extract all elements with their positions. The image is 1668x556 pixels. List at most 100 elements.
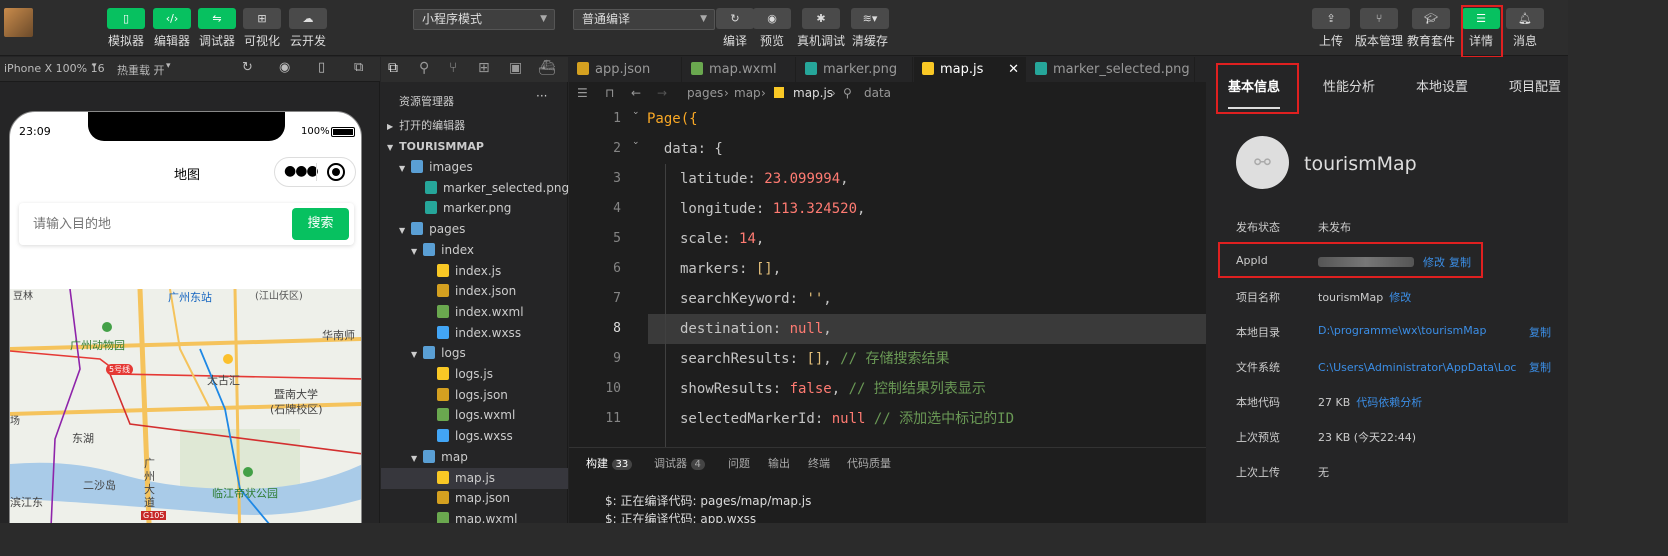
project-section[interactable]: ▼ TOURISMMAP: [381, 136, 568, 157]
tab-map-js[interactable]: map.js ✕: [914, 57, 1026, 82]
tab-marker-selected-png[interactable]: marker_selected.png: [1027, 57, 1195, 82]
back-icon[interactable]: ←: [631, 82, 641, 104]
remote-debug-button[interactable]: ✱ 真机调试: [797, 8, 845, 48]
copy-link[interactable]: 复制: [1529, 324, 1551, 340]
panel-tab-code-quality[interactable]: 代码质量: [847, 455, 891, 471]
breadcrumb-item[interactable]: map.js: [793, 82, 833, 104]
files-icon[interactable]: ⧉: [388, 60, 398, 76]
messages-button[interactable]: 🔔︎ 消息: [1505, 8, 1545, 48]
mode-select[interactable]: 小程序模式 ▼: [413, 9, 555, 30]
bookmark-icon[interactable]: ⊓: [605, 82, 614, 104]
breadcrumb-item[interactable]: map: [734, 82, 761, 104]
avatar[interactable]: [4, 8, 33, 37]
tree-file[interactable]: logs.wxss: [381, 426, 568, 447]
copy-link[interactable]: 复制: [1529, 359, 1551, 375]
tab-local-settings[interactable]: 本地设置: [1416, 76, 1468, 95]
search-icon[interactable]: ⚲: [419, 60, 429, 76]
map-view[interactable]: 广州东站 (江山仸区) 华南师 广州动物园 5号线 太古汇 暨南大学 (石牌校区…: [10, 289, 361, 523]
device-select[interactable]: iPhone X 100% 16: [4, 62, 105, 75]
tab-project-config[interactable]: 项目配置: [1509, 76, 1561, 95]
tree-folder[interactable]: ▼ logs: [381, 343, 568, 364]
detail-value-text[interactable]: C:\Users\Administrator\AppData\Local\微信.…: [1318, 359, 1516, 375]
tab-performance[interactable]: 性能分析: [1323, 76, 1375, 95]
phone-icon[interactable]: ▯: [318, 60, 325, 75]
forward-icon[interactable]: →: [657, 82, 667, 104]
clear-cache-button[interactable]: ≋▾ 清缓存: [850, 8, 890, 48]
close-icon[interactable]: ✕: [1008, 57, 1019, 82]
tree-file[interactable]: map.wxml: [381, 509, 568, 523]
tree-file[interactable]: marker_selected.png: [381, 178, 569, 199]
poi-marker[interactable]: [102, 322, 112, 332]
panel-tab-debugger[interactable]: 调试器 4: [654, 455, 705, 471]
panel-tab-build[interactable]: 构建 33: [586, 455, 633, 471]
detail-action-link[interactable]: 修改: [1389, 291, 1411, 304]
tree-file[interactable]: index.json: [381, 281, 568, 302]
tree-file[interactable]: index.wxss: [381, 323, 568, 344]
extensions-icon[interactable]: ⊞: [478, 60, 490, 76]
tab-map-wxml[interactable]: map.wxml: [683, 57, 796, 82]
editor-button[interactable]: ‹/› 编辑器: [152, 8, 192, 48]
tree-folder[interactable]: ▼ images: [381, 157, 568, 178]
detail-value-text[interactable]: D:\programme\wx\tourismMap: [1318, 324, 1487, 337]
upload-button[interactable]: ⇪ 上传: [1311, 8, 1351, 48]
open-editors-section[interactable]: ▶ 打开的编辑器: [381, 115, 568, 136]
tree-folder[interactable]: ▼ map: [381, 447, 568, 468]
docker-icon[interactable]: ⛴︎: [538, 60, 556, 76]
detail-action-link[interactable]: 代码依赖分析: [1356, 396, 1422, 409]
tree-file[interactable]: logs.wxml: [381, 405, 568, 426]
list-icon[interactable]: ☰: [577, 82, 588, 104]
preview-button[interactable]: ◉ 预览: [752, 8, 792, 48]
breadcrumb-item[interactable]: pages: [687, 82, 723, 104]
capsule-button[interactable]: ●●●: [274, 157, 356, 187]
code-line[interactable]: 9 searchResults: [], // 存储搜索结果: [569, 344, 1206, 374]
tree-file[interactable]: index.js: [381, 261, 568, 282]
tree-folder[interactable]: ▼ pages: [381, 219, 568, 240]
code-token: selectedMarkerId:: [680, 411, 832, 427]
poi-marker[interactable]: [243, 467, 253, 477]
code-line[interactable]: 3 latitude: 23.099994,: [569, 164, 1206, 194]
code-line[interactable]: 10 showResults: false, // 控制结果列表显示: [569, 374, 1206, 404]
rotate-icon[interactable]: ↻: [242, 60, 253, 75]
code-line[interactable]: 1 Page({: [569, 104, 1206, 134]
cloud-button[interactable]: ☁ 云开发: [288, 8, 328, 48]
more-icon[interactable]: ●●●: [284, 163, 319, 179]
code-line[interactable]: 11 selectedMarkerId: null // 添加选中标记的ID: [569, 404, 1206, 434]
code-line[interactable]: 5 scale: 14,: [569, 224, 1206, 254]
tree-file[interactable]: logs.js: [381, 364, 568, 385]
code-text: searchKeyword: '',: [680, 284, 832, 314]
tree-folder[interactable]: ▼ index: [381, 240, 568, 261]
code-line[interactable]: 8 destination: null,: [569, 314, 1206, 344]
tree-file[interactable]: marker.png: [381, 198, 568, 219]
breadcrumb-item[interactable]: data: [864, 82, 891, 104]
branch-icon[interactable]: ⑂: [449, 60, 457, 76]
hot-reload-toggle[interactable]: 热重载 开: [117, 62, 165, 78]
more-icon[interactable]: ···: [536, 89, 547, 103]
debugger-button[interactable]: ⇋ 调试器: [197, 8, 237, 48]
poi-marker[interactable]: [223, 354, 233, 364]
tab-app-json[interactable]: app.json: [569, 57, 682, 82]
compile-select[interactable]: 普通编译 ▼: [573, 9, 715, 30]
code-line[interactable]: 4 longitude: 113.324520,: [569, 194, 1206, 224]
detail-label: 文件系统: [1236, 361, 1280, 374]
version-button[interactable]: ⑂ 版本管理: [1355, 8, 1403, 48]
panel-tab-terminal[interactable]: 终端: [808, 455, 830, 471]
code-line[interactable]: 2 data: {: [569, 134, 1206, 164]
close-miniprogram-icon[interactable]: [327, 163, 345, 181]
tree-file[interactable]: logs.json: [381, 385, 568, 406]
simulator-button[interactable]: ▯ 模拟器: [106, 8, 146, 48]
panel-tab-output[interactable]: 输出: [768, 455, 790, 471]
stop-icon[interactable]: ◉: [279, 60, 290, 75]
edu-kit-button[interactable]: 🎓︎ 教育套件: [1407, 8, 1455, 48]
visual-button[interactable]: ⊞ 可视化: [242, 8, 282, 48]
search-input[interactable]: [23, 207, 283, 241]
search-button[interactable]: 搜索: [292, 208, 349, 240]
tab-marker-png[interactable]: marker.png: [797, 57, 913, 82]
code-line[interactable]: 6 markers: [],: [569, 254, 1206, 284]
layout-icon[interactable]: ▣: [509, 60, 522, 76]
tree-file[interactable]: map.js: [381, 467, 568, 489]
tree-file[interactable]: index.wxml: [381, 302, 568, 323]
window-icon[interactable]: ⧉: [354, 60, 363, 75]
code-line[interactable]: 7 searchKeyword: '',: [569, 284, 1206, 314]
tree-file[interactable]: map.json: [381, 488, 568, 509]
panel-tab-problems[interactable]: 问题: [728, 455, 750, 471]
